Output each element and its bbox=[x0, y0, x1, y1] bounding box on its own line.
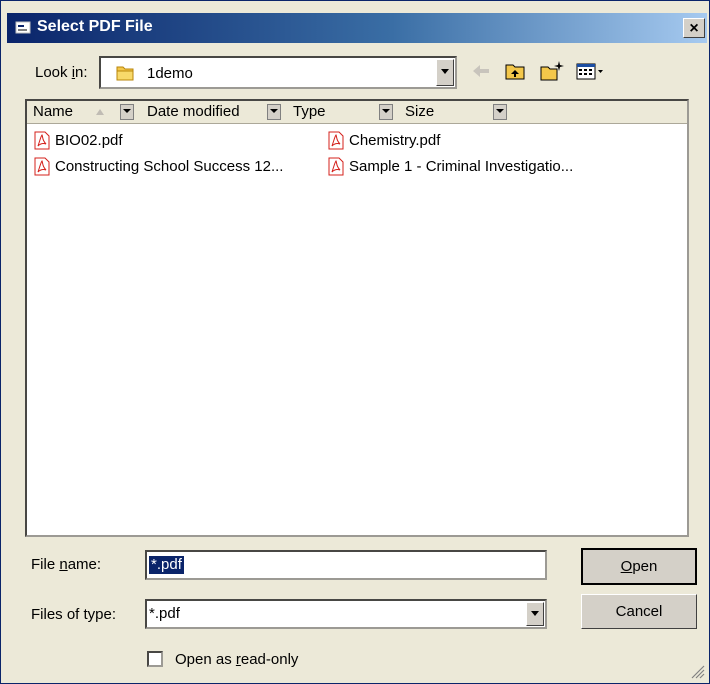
look-in-dropdown-button[interactable] bbox=[436, 59, 454, 86]
folder-icon bbox=[116, 66, 134, 81]
dialog-title: Select PDF File bbox=[37, 18, 153, 35]
look-in-value: 1demo bbox=[147, 65, 193, 82]
chevron-down-icon bbox=[496, 109, 504, 113]
files-of-type-label: Files of type: bbox=[31, 606, 117, 623]
sort-ascending-icon bbox=[96, 109, 104, 115]
read-only-label[interactable]: Open as read-only bbox=[175, 651, 298, 668]
dialog-icon bbox=[15, 21, 31, 34]
column-dropdown-size[interactable] bbox=[493, 104, 507, 120]
close-button[interactable]: × bbox=[683, 18, 705, 38]
column-name[interactable]: Name bbox=[33, 101, 104, 123]
column-type[interactable]: Type bbox=[293, 101, 326, 123]
look-in-dropdown[interactable]: 1demo bbox=[99, 56, 457, 89]
title-bar[interactable]: Select PDF File bbox=[7, 13, 707, 43]
file-name-value: *.pdf bbox=[149, 556, 184, 574]
resize-grip-icon[interactable] bbox=[689, 663, 705, 679]
read-only-checkbox[interactable] bbox=[147, 651, 163, 667]
cancel-button[interactable]: Cancel bbox=[581, 594, 697, 629]
file-list[interactable]: Name Date modified Type Size BIO02.pdf C… bbox=[25, 99, 689, 537]
pdf-icon bbox=[34, 131, 50, 150]
pdf-icon bbox=[328, 131, 344, 150]
view-menu-icon[interactable] bbox=[575, 59, 605, 83]
files-of-type-dropdown-button[interactable] bbox=[526, 602, 544, 626]
column-date-modified[interactable]: Date modified bbox=[147, 101, 240, 123]
back-arrow-icon[interactable] bbox=[471, 59, 491, 83]
chevron-down-icon bbox=[123, 109, 131, 113]
file-name-input[interactable]: *.pdf bbox=[145, 550, 547, 580]
column-header: Name Date modified Type Size bbox=[27, 101, 687, 124]
chevron-down-icon bbox=[382, 109, 390, 113]
file-name-label: File name: bbox=[31, 556, 102, 573]
chevron-down-icon bbox=[531, 611, 539, 616]
chevron-down-icon bbox=[441, 69, 449, 74]
open-button[interactable]: Open bbox=[581, 548, 697, 585]
files-of-type-value: *.pdf bbox=[149, 605, 180, 622]
new-folder-icon[interactable] bbox=[539, 59, 565, 83]
pdf-icon bbox=[328, 157, 344, 176]
files-of-type-dropdown[interactable]: *.pdf bbox=[145, 599, 547, 629]
chevron-down-icon bbox=[270, 109, 278, 113]
select-pdf-dialog: Select PDF File × Look in: 1demo Name Da… bbox=[0, 0, 710, 684]
pdf-icon bbox=[34, 157, 50, 176]
column-size[interactable]: Size bbox=[405, 101, 434, 123]
look-in-label: Look in: bbox=[35, 64, 88, 81]
column-dropdown-type[interactable] bbox=[379, 104, 393, 120]
column-dropdown-date[interactable] bbox=[267, 104, 281, 120]
up-folder-icon[interactable] bbox=[503, 59, 527, 83]
column-dropdown-name[interactable] bbox=[120, 104, 134, 120]
